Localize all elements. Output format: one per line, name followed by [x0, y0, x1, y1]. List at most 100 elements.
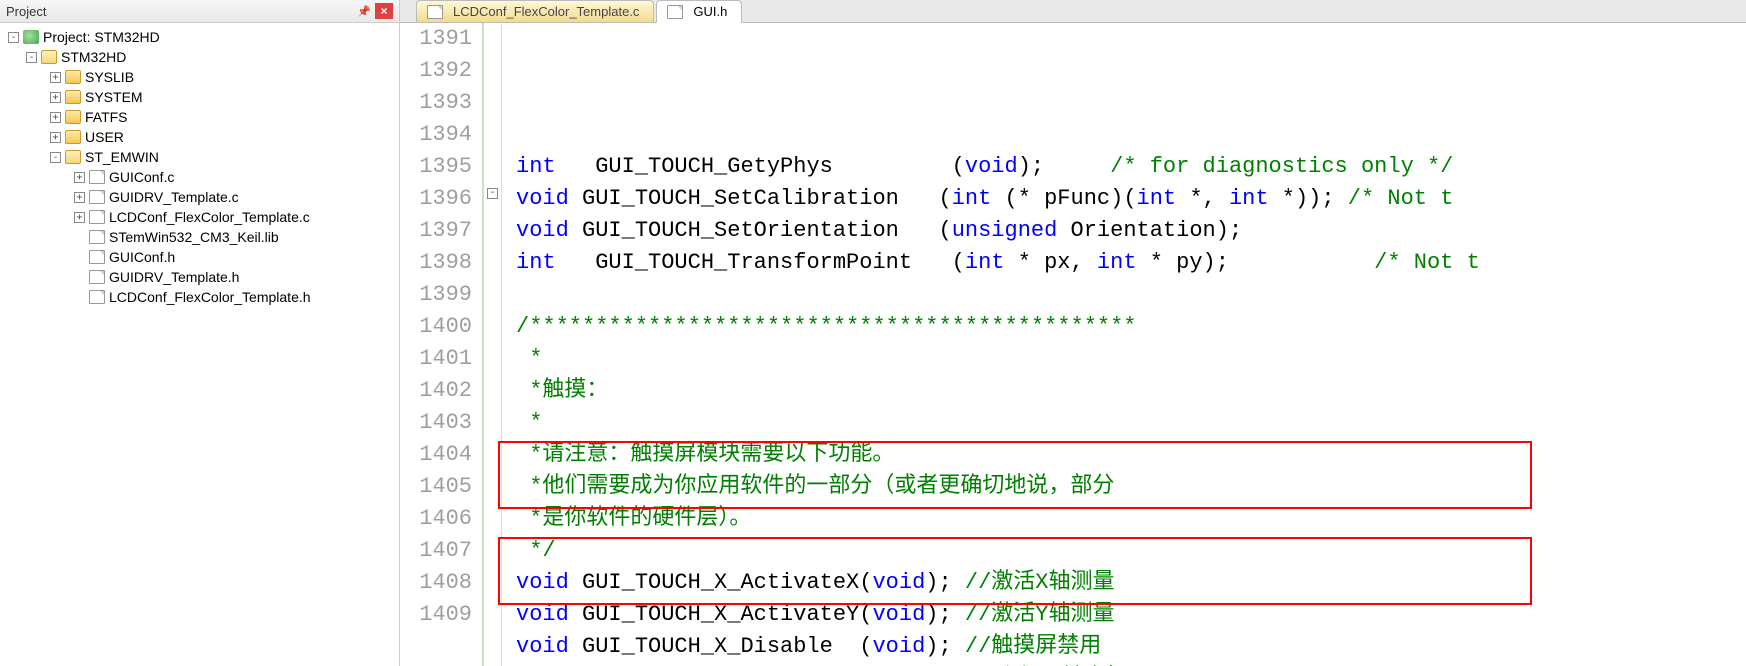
tree-root[interactable]: - Project: STM32HD	[2, 27, 397, 47]
line-number: 1406	[400, 503, 472, 535]
fold-strip: -	[484, 23, 502, 666]
code-line[interactable]: void GUI_TOUCH_X_Disable (void); //触摸屏禁用	[516, 631, 1746, 663]
tree-folder[interactable]: + SYSLIB	[2, 67, 397, 87]
no-expander	[74, 252, 85, 263]
code-line[interactable]: void GUI_TOUCH_X_ActivateX(void); //激活X轴…	[516, 567, 1746, 599]
code-line[interactable]: *请注意：触摸屏模块需要以下功能。	[516, 439, 1746, 471]
line-number: 1409	[400, 599, 472, 631]
tree-label: ST_EMWIN	[85, 149, 159, 165]
line-number: 1404	[400, 439, 472, 471]
tree-folder[interactable]: + USER	[2, 127, 397, 147]
code-line[interactable]: void GUI_TOUCH_SetOrientation (unsigned …	[516, 215, 1746, 247]
line-number: 1407	[400, 535, 472, 567]
file-icon	[427, 5, 443, 19]
pin-icon[interactable]: 📌	[355, 3, 373, 19]
folder-open-icon	[41, 50, 57, 64]
file-icon	[89, 210, 105, 224]
editor-tabs: LCDConf_FlexColor_Template.c GUI.h	[400, 0, 1746, 23]
line-number: 1395	[400, 151, 472, 183]
file-icon	[89, 190, 105, 204]
line-number: 1392	[400, 55, 472, 87]
tree-label: GUIConf.h	[109, 249, 175, 265]
folder-icon	[65, 110, 81, 124]
tree-label: SYSTEM	[85, 89, 143, 105]
file-icon	[89, 230, 105, 244]
line-number: 1405	[400, 471, 472, 503]
tree-file[interactable]: GUIDRV_Template.h	[2, 267, 397, 287]
close-icon[interactable]: ×	[375, 3, 393, 19]
code-line[interactable]: int GUI_TOUCH_GetyPhys (void); /* for di…	[516, 151, 1746, 183]
tree-label: GUIDRV_Template.c	[109, 189, 239, 205]
line-number: 1393	[400, 87, 472, 119]
tree-label: LCDConf_FlexColor_Template.h	[109, 289, 311, 305]
tab-active[interactable]: GUI.h	[656, 0, 742, 23]
expander-icon[interactable]: +	[50, 112, 61, 123]
code-line[interactable]: */	[516, 535, 1746, 567]
no-expander	[74, 272, 85, 283]
tree-folder[interactable]: + FATFS	[2, 107, 397, 127]
code-line[interactable]: void GUI_TOUCH_SetCalibration (int (* pF…	[516, 183, 1746, 215]
folder-icon	[65, 70, 81, 84]
folder-open-icon	[65, 150, 81, 164]
panel-header-buttons: 📌 ×	[355, 3, 393, 19]
tree-folder[interactable]: + SYSTEM	[2, 87, 397, 107]
line-gutter: 1391139213931394139513961397139813991400…	[400, 23, 484, 666]
line-number: 1398	[400, 247, 472, 279]
expander-icon[interactable]: +	[50, 92, 61, 103]
expander-icon[interactable]: -	[50, 152, 61, 163]
line-number: 1391	[400, 23, 472, 55]
file-icon	[667, 5, 683, 19]
tree-main[interactable]: - STM32HD	[2, 47, 397, 67]
expander-icon[interactable]: +	[74, 212, 85, 223]
tree-file[interactable]: LCDConf_FlexColor_Template.h	[2, 287, 397, 307]
tree-label: FATFS	[85, 109, 128, 125]
expander-icon[interactable]: +	[74, 192, 85, 203]
tree-label: SYSLIB	[85, 69, 134, 85]
code-line[interactable]	[516, 279, 1746, 311]
line-number: 1396	[400, 183, 472, 215]
tree-file[interactable]: GUIConf.h	[2, 247, 397, 267]
tree-label: STemWin532_CM3_Keil.lib	[109, 229, 279, 245]
line-number: 1408	[400, 567, 472, 599]
no-expander	[74, 292, 85, 303]
line-number: 1401	[400, 343, 472, 375]
tree-file[interactable]: + GUIDRV_Template.c	[2, 187, 397, 207]
project-tree[interactable]: - Project: STM32HD - STM32HD + SYSLIB + …	[0, 23, 399, 666]
line-number: 1403	[400, 407, 472, 439]
code-line[interactable]: *他们需要成为你应用软件的一部分（或者更确切地说，部分	[516, 471, 1746, 503]
tab-inactive[interactable]: LCDConf_FlexColor_Template.c	[416, 0, 654, 22]
tree-label: USER	[85, 129, 124, 145]
code-container: 1391139213931394139513961397139813991400…	[400, 23, 1746, 666]
code-line[interactable]: *是你软件的硬件层）。	[516, 503, 1746, 535]
no-expander	[74, 232, 85, 243]
line-number: 1400	[400, 311, 472, 343]
project-icon	[23, 30, 39, 44]
tree-file[interactable]: + LCDConf_FlexColor_Template.c	[2, 207, 397, 227]
fold-icon[interactable]: -	[487, 188, 498, 199]
folder-icon	[65, 90, 81, 104]
code-line[interactable]: void GUI_TOUCH_X_ActivateY(void); //激活Y轴…	[516, 599, 1746, 631]
expander-icon[interactable]: +	[50, 72, 61, 83]
tab-label: GUI.h	[693, 4, 727, 19]
code-line[interactable]: int GUI_TOUCH_TransformPoint (int * px, …	[516, 247, 1746, 279]
tree-label: Project: STM32HD	[43, 29, 160, 45]
project-panel-header: Project 📌 ×	[0, 0, 399, 23]
tab-label: LCDConf_FlexColor_Template.c	[453, 4, 639, 19]
file-icon	[89, 290, 105, 304]
tree-file[interactable]: + GUIConf.c	[2, 167, 397, 187]
code-line[interactable]: *触摸：	[516, 375, 1746, 407]
line-number: 1399	[400, 279, 472, 311]
code-line[interactable]: /***************************************…	[516, 311, 1746, 343]
tree-file[interactable]: STemWin532_CM3_Keil.lib	[2, 227, 397, 247]
expander-icon[interactable]: +	[50, 132, 61, 143]
code-line[interactable]: *	[516, 343, 1746, 375]
file-icon	[89, 170, 105, 184]
code-line[interactable]: *	[516, 407, 1746, 439]
code-text[interactable]: int GUI_TOUCH_GetyPhys (void); /* for di…	[502, 23, 1746, 666]
tree-folder-emwin[interactable]: - ST_EMWIN	[2, 147, 397, 167]
expander-icon[interactable]: -	[26, 52, 37, 63]
tree-label: GUIConf.c	[109, 169, 174, 185]
file-icon	[89, 250, 105, 264]
expander-icon[interactable]: -	[8, 32, 19, 43]
expander-icon[interactable]: +	[74, 172, 85, 183]
